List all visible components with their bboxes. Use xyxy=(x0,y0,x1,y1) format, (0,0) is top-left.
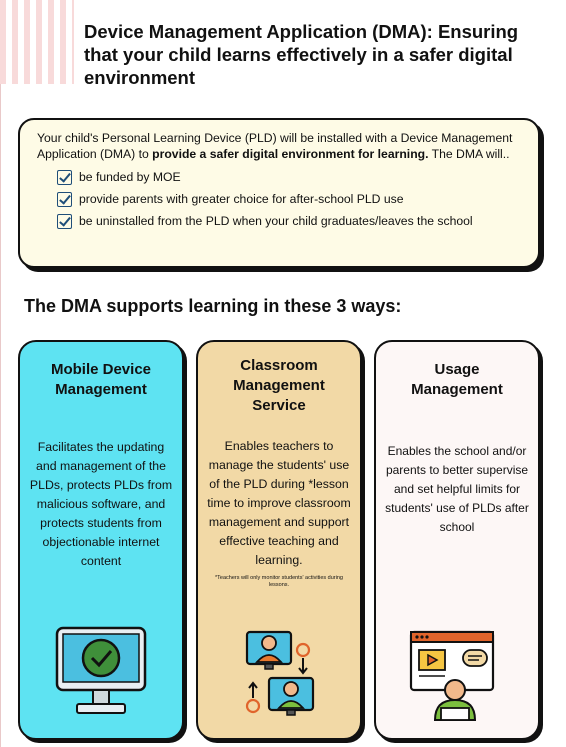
checklist-item-label: provide parents with greater choice for … xyxy=(79,192,404,206)
intro-box: Your child's Personal Learning Device (P… xyxy=(18,118,540,268)
checklist-item: be uninstalled from the PLD when your ch… xyxy=(57,210,530,232)
decorative-stripes xyxy=(0,0,74,84)
card-body: Facilitates the updating and management … xyxy=(29,440,173,568)
card-title: Classroom Management Service xyxy=(233,357,325,414)
intro-text-end: The DMA will.. xyxy=(428,147,510,161)
intro-paragraph: Your child's Personal Learning Device (P… xyxy=(37,130,530,162)
monitor-check-icon xyxy=(53,624,149,725)
card-mobile-device-management: Mobile Device Management Facilitates the… xyxy=(18,340,184,740)
intro-text-bold: provide a safer digital environment for … xyxy=(152,147,429,161)
checklist-item-label: be funded by MOE xyxy=(79,170,181,184)
checklist-item: provide parents with greater choice for … xyxy=(57,188,530,210)
checklist-item-label: be uninstalled from the PLD when your ch… xyxy=(79,214,473,228)
card-footnote: *Teachers will only monitor students' ac… xyxy=(215,575,343,588)
decorative-border-line xyxy=(0,84,1,747)
card-title: Usage Management xyxy=(411,361,503,398)
checkbox-icon xyxy=(57,169,72,185)
section-heading: The DMA supports learning in these 3 way… xyxy=(24,296,402,316)
card-usage-management: Usage Management Enables the school and/… xyxy=(374,340,540,740)
page-title: Device Management Application (DMA): Ens… xyxy=(84,21,519,88)
card-body: Enables the school and/or parents to bet… xyxy=(385,444,529,534)
checklist-item: be funded by MOE xyxy=(57,166,530,188)
checkbox-icon xyxy=(57,191,72,207)
checkbox-icon xyxy=(57,213,72,229)
intro-checklist: be funded by MOE provide parents with gr… xyxy=(37,166,530,232)
card-title: Mobile Device Management xyxy=(50,361,152,398)
student-laptop-video-icon xyxy=(407,628,507,729)
card-body: Enables teachers to manage the students'… xyxy=(207,439,351,567)
card-classroom-management-service: Classroom Management Service Enables tea… xyxy=(196,340,362,740)
teacher-students-screens-icon xyxy=(229,628,329,729)
